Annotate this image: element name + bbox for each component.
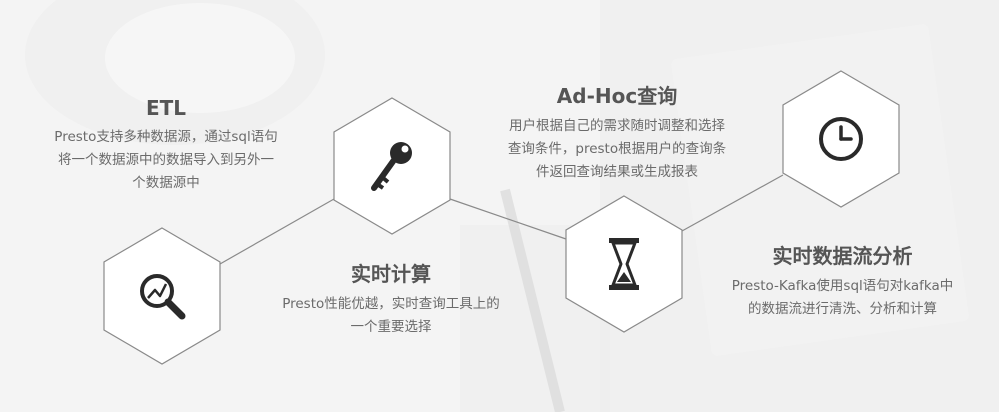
adhoc-line-2: 查询条件，presto根据用户的查询条 bbox=[507, 141, 727, 157]
etl-text-block: ETL Presto支持多种数据源，通过sql语句 将一个数据源中的数据导入到另… bbox=[16, 96, 316, 195]
realtime-compute-line-1: Presto性能优越，实时查询工具上的 bbox=[282, 296, 500, 312]
adhoc-text-block: Ad-Hoc查询 用户根据自己的需求随时调整和选择 查询条件，presto根据用… bbox=[472, 80, 762, 184]
diagram-canvas bbox=[25, 0, 999, 412]
etl-title: ETL bbox=[145, 96, 187, 120]
etl-line-3: 个数据源中 bbox=[132, 175, 200, 191]
adhoc-title: Ad-Hoc查询 bbox=[556, 84, 678, 108]
realtime-compute-text-block: 实时计算 Presto性能优越，实时查询工具上的 一个重要选择 bbox=[246, 258, 536, 339]
hexagon-etl bbox=[103, 227, 221, 365]
adhoc-line-3: 件返回查询结果或生成报表 bbox=[536, 164, 698, 180]
realtime-compute-line-2: 一个重要选择 bbox=[350, 319, 432, 335]
adhoc-line-1: 用户根据自己的需求随时调整和选择 bbox=[509, 118, 725, 134]
etl-line-1: Presto支持多种数据源，通过sql语句 bbox=[54, 129, 278, 145]
stream-title: 实时数据流分析 bbox=[772, 244, 913, 268]
diagram-stage: ETL Presto支持多种数据源，通过sql语句 将一个数据源中的数据导入到另… bbox=[0, 0, 999, 412]
connector-etl-compute bbox=[219, 198, 335, 265]
stream-text-block: 实时数据流分析 Presto-Kafka使用sql语句对kafka中 的数据流进… bbox=[700, 240, 985, 321]
stream-line-1: Presto-Kafka使用sql语句对kafka中 bbox=[731, 278, 954, 294]
etl-line-2: 将一个数据源中的数据导入到另外一 bbox=[58, 152, 274, 168]
stream-line-2: 的数据流进行清洗、分析和计算 bbox=[748, 301, 937, 317]
realtime-compute-title: 实时计算 bbox=[351, 262, 431, 286]
